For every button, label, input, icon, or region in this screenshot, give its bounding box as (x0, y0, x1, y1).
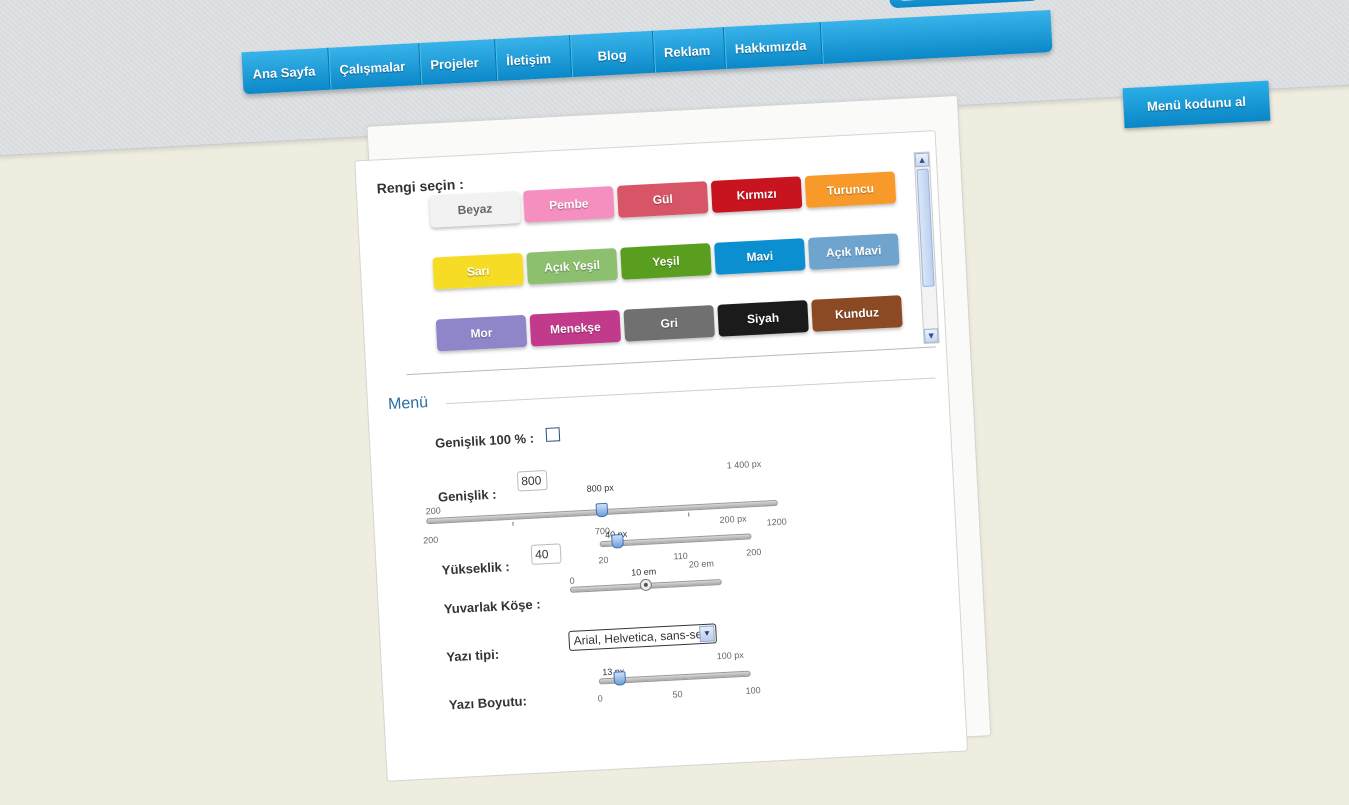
height-slider-thumb[interactable] (610, 534, 624, 549)
settings-panel: Rengi seçin : Beyaz Pembe Gül Kırmızı Tu… (354, 130, 969, 782)
full-width-label: Genişlik 100 % : (434, 430, 535, 451)
swatch-beyaz[interactable]: Beyaz (429, 191, 521, 228)
font-family-label: Yazı tipi: (445, 646, 500, 665)
font-size-tick-label: 100 (745, 685, 761, 696)
chevron-down-icon[interactable]: ▼ (699, 625, 715, 643)
swatch-turuncu[interactable]: Turuncu (804, 171, 897, 208)
height-tick-label: 110 (673, 550, 689, 562)
nav-item-projeler[interactable]: Projeler (419, 39, 498, 85)
swatch-acik-mavi[interactable]: Açık Mavi (807, 233, 900, 270)
radius-current-label: 10 em (630, 566, 657, 578)
width-label: Genişlik : (437, 486, 497, 505)
width-input[interactable]: 800 (516, 469, 548, 492)
font-family-value: Arial, Helvetica, sans-serif (573, 626, 713, 648)
swatch-kirmizi[interactable]: Kırmızı (710, 176, 803, 213)
color-section-title: Rengi seçin : (376, 175, 465, 197)
width-tick-label: 200 (422, 534, 439, 546)
nav-item-hakkimizda[interactable]: Hakkımızda (723, 21, 823, 70)
radius-min-label: 0 (569, 575, 575, 586)
nav-item-calismalar[interactable]: Çalışmalar (328, 43, 422, 90)
swatch-menekse[interactable]: Menekşe (529, 309, 622, 347)
width-tick (512, 521, 514, 526)
width-max-label: 1 400 px (726, 458, 762, 471)
swatch-kunduz[interactable]: Kunduz (811, 295, 903, 332)
font-size-tick-label: 50 (672, 689, 683, 700)
swatch-gri[interactable]: Gri (623, 305, 715, 342)
swatch-mavi[interactable]: Mavi (714, 238, 806, 275)
font-size-max-label: 100 px (716, 649, 744, 662)
swatch-mor[interactable]: Mor (435, 314, 528, 352)
height-tick-label: 20 (598, 554, 609, 566)
swatch-yesil[interactable]: Yeşil (620, 243, 712, 280)
color-swatch-grid: Beyaz Pembe Gül Kırmızı Turuncu Sarı Açı… (429, 171, 903, 352)
swatch-sari[interactable]: Sarı (432, 252, 525, 290)
radius-slider-thumb[interactable] (639, 578, 653, 592)
page-stage: Ana Sayfa Çalışmalar Projeler İletişim B… (0, 0, 1349, 782)
swatch-acik-yesil[interactable]: Açık Yeşil (526, 248, 618, 285)
swatch-gul[interactable]: Gül (616, 181, 709, 218)
nav-item-reklam[interactable]: Reklam (652, 27, 726, 73)
font-size-tick-label: 0 (597, 693, 604, 704)
menu-section-title: Menü (387, 394, 429, 414)
swatch-pembe[interactable]: Pembe (523, 186, 615, 223)
height-max-label: 200 px (719, 513, 747, 525)
full-width-checkbox[interactable] (545, 427, 561, 442)
get-menu-code-button[interactable]: Menü kodunu al (1122, 80, 1271, 129)
search-input[interactable] (894, 0, 1028, 2)
scroll-thumb[interactable] (916, 168, 935, 288)
color-list-scrollbar[interactable]: ▲ ▼ (913, 151, 940, 345)
width-tick (688, 512, 690, 517)
font-size-label: Yazı Boyutu: (448, 693, 528, 713)
section-divider (406, 346, 936, 376)
nav-item-iletisim[interactable]: İletişim (495, 35, 573, 82)
radius-label: Yuvarlak Köşe : (443, 596, 541, 617)
scroll-down-arrow-icon[interactable]: ▼ (923, 328, 939, 343)
font-family-select[interactable]: Arial, Helvetica, sans-serif ▼ (568, 623, 718, 652)
nav-item-ana-sayfa[interactable]: Ana Sayfa (241, 47, 331, 95)
width-current-label: 800 px (586, 482, 615, 494)
height-label: Yükseklik : (441, 559, 511, 578)
scroll-up-arrow-icon[interactable]: ▲ (914, 152, 930, 168)
font-size-slider-thumb[interactable] (612, 671, 626, 686)
width-slider-thumb[interactable] (595, 502, 609, 518)
swatch-siyah[interactable]: Siyah (717, 300, 809, 337)
radius-max-label: 20 em (688, 558, 715, 570)
height-input[interactable]: 40 (530, 543, 562, 565)
height-tick-label: 200 (746, 546, 762, 558)
width-tick-label: 1200 (766, 516, 788, 528)
width-min-label: 200 (425, 505, 441, 517)
menu-title-rule (446, 377, 936, 405)
nav-item-blog[interactable]: Blog (569, 30, 656, 78)
